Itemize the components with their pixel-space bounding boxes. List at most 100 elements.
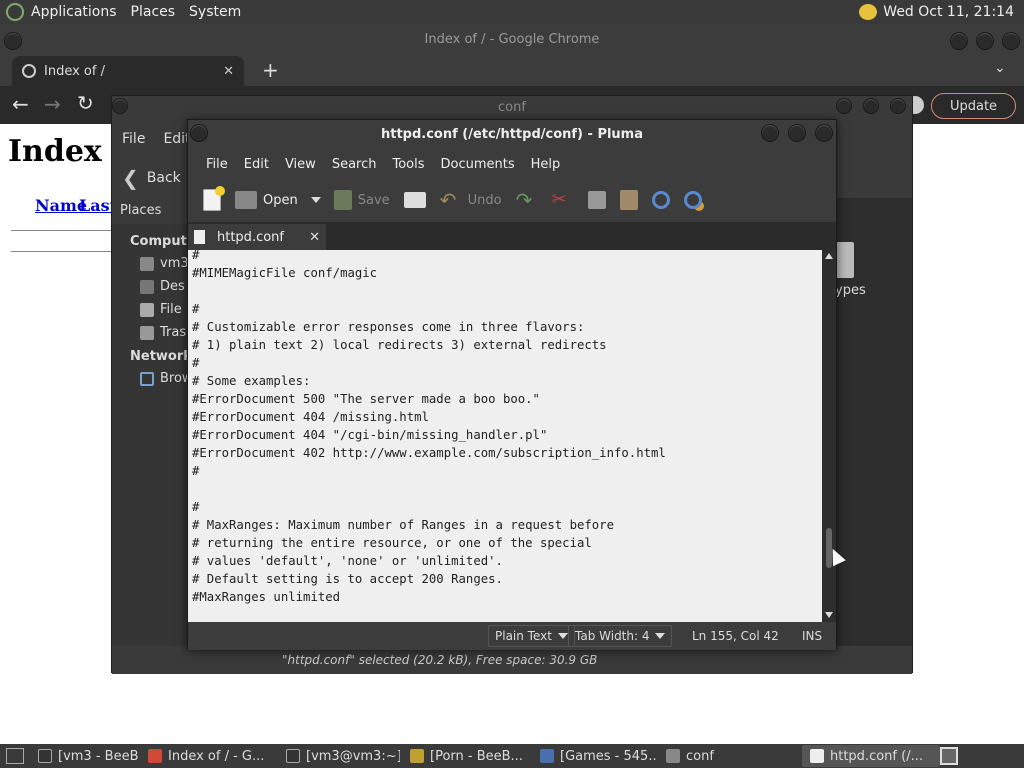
sidebar-item-home[interactable]: vm3 bbox=[140, 256, 189, 271]
new-tab-button[interactable]: + bbox=[262, 58, 279, 82]
pluma-menubar: File Edit View Search Tools Documents He… bbox=[188, 150, 836, 178]
taskbar-item[interactable]: conf bbox=[658, 745, 784, 767]
document-tab[interactable]: httpd.conf ✕ bbox=[188, 224, 326, 250]
undo-button[interactable]: ↶ Undo bbox=[435, 184, 507, 216]
file-label[interactable]: ypes bbox=[835, 283, 866, 298]
print-button[interactable] bbox=[399, 184, 431, 216]
language-selector[interactable]: Plain Text bbox=[488, 625, 575, 647]
text-editor[interactable]: # #MIMEMagicFile conf/magic # # Customiz… bbox=[188, 250, 822, 622]
chrome-minimize-button[interactable] bbox=[950, 32, 968, 50]
taskbar-item-label: [Games - 545... bbox=[560, 748, 656, 764]
pluma-menu-button[interactable] bbox=[190, 124, 208, 142]
app-icon bbox=[540, 749, 554, 763]
open-label: Open bbox=[263, 192, 298, 208]
sidebar-item-filesystem[interactable]: File bbox=[140, 302, 182, 317]
tab-search-chevron-icon[interactable]: ⌄ bbox=[994, 60, 1006, 76]
taskbar-item[interactable]: [Porn - BeeB... bbox=[402, 745, 530, 767]
scroll-up-arrow-icon[interactable] bbox=[825, 253, 833, 259]
pluma-tab-bar: httpd.conf ✕ bbox=[188, 222, 836, 250]
scroll-down-arrow-icon[interactable] bbox=[825, 612, 833, 618]
taskbar-item-label: Index of / - G... bbox=[168, 748, 265, 764]
close-tab-icon[interactable]: ✕ bbox=[309, 230, 320, 245]
file-manager-close-button[interactable] bbox=[890, 98, 906, 114]
vertical-scrollbar[interactable] bbox=[822, 250, 836, 622]
workspace-switcher[interactable] bbox=[940, 747, 958, 765]
open-button[interactable]: Open bbox=[230, 184, 303, 216]
taskbar-item[interactable]: httpd.conf (/... bbox=[802, 745, 940, 767]
menu-view[interactable]: View bbox=[277, 157, 324, 172]
back-arrow-icon[interactable]: ← bbox=[12, 92, 29, 116]
show-desktop-icon[interactable] bbox=[6, 748, 24, 764]
new-document-button[interactable] bbox=[198, 184, 226, 216]
save-icon bbox=[333, 190, 352, 210]
taskbar-item[interactable]: [vm3@vm3:~] bbox=[278, 745, 400, 767]
menu-file[interactable]: File bbox=[198, 157, 236, 172]
update-button[interactable]: Update bbox=[931, 93, 1016, 119]
taskbar-item[interactable]: [vm3 - BeeBE... bbox=[30, 745, 138, 767]
save-label: Save bbox=[357, 192, 390, 208]
drive-icon bbox=[140, 302, 154, 317]
paste-button[interactable] bbox=[615, 184, 643, 216]
tab-width-selector[interactable]: Tab Width: 4 bbox=[568, 625, 673, 647]
back-chevron-icon: ❮ bbox=[122, 166, 139, 190]
sidebar-item-desktop[interactable]: Des bbox=[140, 279, 185, 294]
applications-menu[interactable]: Applications bbox=[24, 4, 124, 20]
menu-documents[interactable]: Documents bbox=[433, 157, 523, 172]
reload-icon[interactable]: ↻ bbox=[77, 91, 94, 115]
mate-logo-icon[interactable] bbox=[6, 3, 24, 21]
places-menu[interactable]: Places bbox=[124, 4, 183, 20]
chrome-icon bbox=[148, 749, 162, 763]
copy-button[interactable] bbox=[583, 184, 611, 216]
cut-button[interactable]: ✂ bbox=[547, 184, 579, 216]
bee-tray-icon[interactable] bbox=[859, 4, 878, 20]
desktop-icon bbox=[140, 279, 154, 294]
copy-icon bbox=[587, 191, 606, 209]
terminal-icon bbox=[38, 749, 52, 763]
save-button[interactable]: Save bbox=[329, 184, 395, 216]
sidebar-item-trash[interactable]: Tras bbox=[140, 325, 186, 340]
pluma-maximize-button[interactable] bbox=[788, 124, 806, 142]
globe-icon bbox=[22, 64, 36, 78]
close-tab-icon[interactable]: ✕ bbox=[223, 64, 234, 79]
sidebar-label: vm3 bbox=[160, 256, 189, 271]
search-button[interactable] bbox=[647, 184, 675, 216]
fm-file-menu[interactable]: File bbox=[122, 131, 145, 147]
menu-tools[interactable]: Tools bbox=[384, 157, 432, 172]
file-manager-minimize-button[interactable] bbox=[836, 98, 852, 114]
chrome-tab[interactable]: Index of / ✕ bbox=[12, 56, 244, 86]
replace-button[interactable] bbox=[679, 184, 707, 216]
pluma-status-bar: Plain Text Tab Width: 4 Ln 155, Col 42 I… bbox=[188, 622, 836, 650]
file-manager-maximize-button[interactable] bbox=[863, 98, 879, 114]
pluma-toolbar: Open Save ↶ Undo ↷ ✂ bbox=[188, 178, 836, 222]
taskbar-item[interactable]: Index of / - G... bbox=[140, 745, 276, 767]
editor-text[interactable]: # #MIMEMagicFile conf/magic # # Customiz… bbox=[188, 250, 822, 606]
pluma-close-button[interactable] bbox=[815, 124, 833, 142]
clipboard-icon bbox=[619, 190, 638, 210]
cursor-position: Ln 155, Col 42 bbox=[692, 629, 779, 643]
pluma-minimize-button[interactable] bbox=[761, 124, 779, 142]
insert-mode: INS bbox=[802, 629, 823, 643]
sidebar-item-browse-network[interactable]: Brow bbox=[140, 371, 193, 386]
chrome-menu-button[interactable] bbox=[4, 32, 22, 50]
clock[interactable]: Wed Oct 11, 21:14 bbox=[883, 4, 1014, 20]
taskbar-item[interactable]: [Games - 545... bbox=[532, 745, 656, 767]
pluma-window-title: httpd.conf (/etc/httpd/conf) - Pluma bbox=[380, 127, 644, 142]
file-manager-menu-button[interactable] bbox=[112, 98, 128, 114]
menu-search[interactable]: Search bbox=[324, 157, 385, 172]
magnifier-icon bbox=[651, 191, 670, 209]
chrome-tab-strip: Index of / ✕ + ⌄ bbox=[0, 56, 1024, 86]
open-recent-dropdown[interactable] bbox=[307, 184, 325, 216]
chrome-close-button[interactable] bbox=[1002, 32, 1020, 50]
forward-arrow-icon[interactable]: → bbox=[44, 92, 61, 116]
menu-edit[interactable]: Edit bbox=[236, 157, 277, 172]
undo-arrow-icon: ↶ bbox=[439, 188, 457, 212]
system-menu[interactable]: System bbox=[182, 4, 248, 20]
redo-button[interactable]: ↷ bbox=[511, 184, 543, 216]
taskbar: [vm3 - BeeBE... Index of / - G... [vm3@vm3… bbox=[30, 745, 940, 767]
chrome-maximize-button[interactable] bbox=[976, 32, 994, 50]
printer-icon bbox=[403, 192, 426, 208]
bee-icon bbox=[410, 749, 424, 763]
fm-back-button[interactable]: ❮ Back bbox=[122, 166, 181, 190]
menu-help[interactable]: Help bbox=[523, 157, 569, 172]
sidebar-label: Tras bbox=[160, 325, 187, 340]
